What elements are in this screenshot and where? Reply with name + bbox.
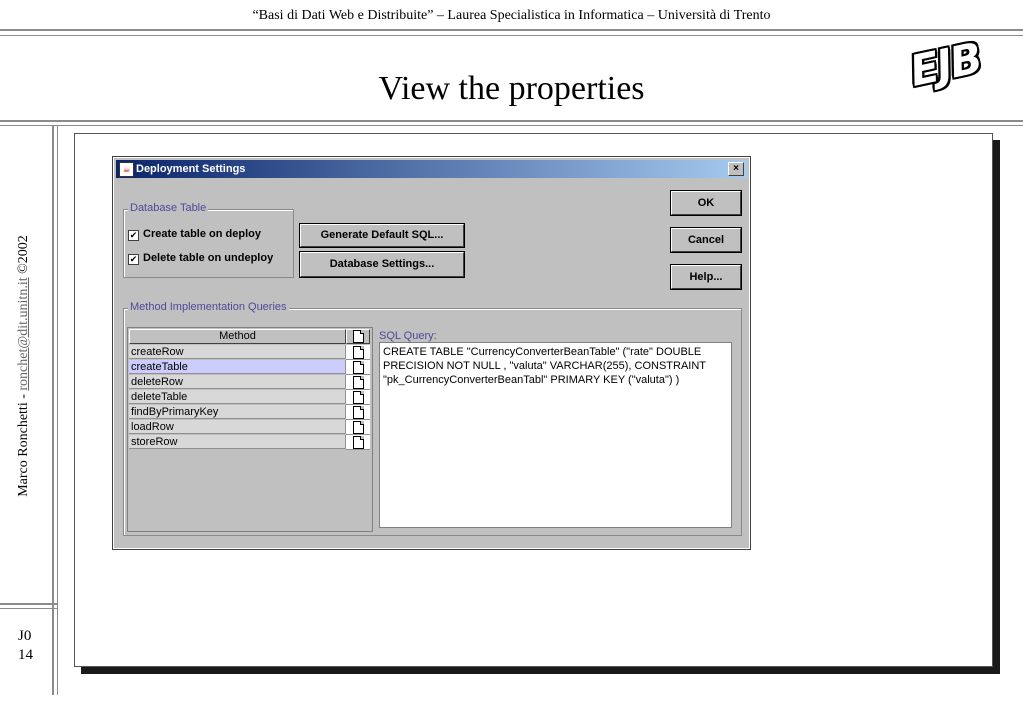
table-row-selected[interactable]: createTable [129, 360, 370, 375]
document-icon [353, 436, 364, 449]
slide-page: 14 [18, 647, 33, 663]
help-button[interactable]: Help... [670, 264, 742, 290]
java-cup-icon: ☕ [119, 162, 134, 177]
header-rule-thin [0, 35, 1023, 36]
method-cell: deleteTable [129, 390, 346, 404]
create-table-checkbox[interactable]: ✔ Create table on deploy [128, 228, 261, 241]
document-icon [353, 421, 364, 434]
database-table-group: Database Table [123, 202, 294, 278]
sql-query-textarea[interactable]: CREATE TABLE "CurrencyConverterBeanTable… [379, 342, 732, 528]
method-cell: createTable [129, 360, 346, 374]
method-cell: findByPrimaryKey [129, 405, 346, 419]
method-rows: createRow createTable deleteRow deleteTa… [129, 345, 370, 450]
ok-button[interactable]: OK [670, 190, 742, 216]
table-row[interactable]: loadRow [129, 420, 370, 435]
method-cell: storeRow [129, 435, 346, 449]
slide-header: “Basi di Dati Web e Distribuite” – Laure… [252, 8, 771, 23]
title-rule-thin [0, 125, 1023, 126]
database-settings-button[interactable]: Database Settings... [299, 251, 465, 278]
checkmark-icon: ✔ [128, 254, 139, 265]
table-row[interactable]: createRow [129, 345, 370, 360]
footer-rule-thin [0, 608, 58, 609]
left-vertical-rule-thin [57, 125, 58, 695]
document-icon [353, 330, 364, 343]
document-icon [353, 346, 364, 359]
sql-cell[interactable] [346, 435, 370, 450]
table-row[interactable]: findByPrimaryKey [129, 405, 370, 420]
dialog-titlebar[interactable]: ☕ Deployment Settings × [116, 160, 747, 178]
author-sidebar: Marco Ronchetti - ronchet@dit.unitn.it ©… [16, 176, 32, 556]
page-title: View the properties [378, 70, 645, 107]
author-name: Marco Ronchetti [16, 402, 31, 497]
header-rule [0, 29, 1023, 31]
sql-cell[interactable] [346, 390, 370, 405]
dialog-title: Deployment Settings [136, 163, 246, 175]
footer-rule [0, 603, 58, 605]
generate-default-sql-button[interactable]: Generate Default SQL... [299, 223, 465, 248]
create-table-label: Create table on deploy [143, 228, 261, 240]
delete-table-label: Delete table on undeploy [143, 252, 274, 264]
checkmark-icon: ✔ [128, 230, 139, 241]
delete-table-checkbox[interactable]: ✔ Delete table on undeploy [128, 252, 273, 265]
close-button[interactable]: × [728, 162, 744, 176]
sql-cell[interactable] [346, 420, 370, 435]
slide-code: J0 [18, 628, 32, 644]
method-cell: deleteRow [129, 375, 346, 389]
left-vertical-rule [52, 125, 54, 695]
slide-number: J0 14 [18, 627, 33, 665]
document-icon [353, 391, 364, 404]
method-column-header[interactable]: Method [129, 329, 346, 344]
sql-cell[interactable] [346, 375, 370, 390]
table-row[interactable]: deleteRow [129, 375, 370, 390]
document-icon [353, 376, 364, 389]
table-header: Method [129, 329, 370, 344]
document-icon [353, 361, 364, 374]
sql-cell[interactable] [346, 345, 370, 360]
document-icon [353, 406, 364, 419]
cancel-button[interactable]: Cancel [670, 227, 742, 253]
sql-cell[interactable] [346, 360, 370, 375]
method-table: Method createRow createTable deleteRow d… [127, 327, 373, 532]
sql-cell[interactable] [346, 405, 370, 420]
copyright: ©2002 [16, 235, 31, 274]
database-table-group-title: Database Table [128, 202, 209, 214]
sql-query-label: SQL Query: [379, 330, 437, 342]
method-cell: createRow [129, 345, 346, 359]
document-column-header[interactable] [346, 329, 370, 344]
deployment-settings-dialog: ☕ Deployment Settings × Database Table ✔… [112, 156, 751, 550]
table-row[interactable]: storeRow [129, 435, 370, 450]
method-cell: loadRow [129, 420, 346, 434]
author-separator: - [16, 394, 31, 399]
title-rule [0, 120, 1023, 122]
table-row[interactable]: deleteTable [129, 390, 370, 405]
author-email-link[interactable]: ronchet@dit.unitn.it [16, 277, 31, 390]
method-queries-group-title: Method Implementation Queries [128, 301, 289, 313]
